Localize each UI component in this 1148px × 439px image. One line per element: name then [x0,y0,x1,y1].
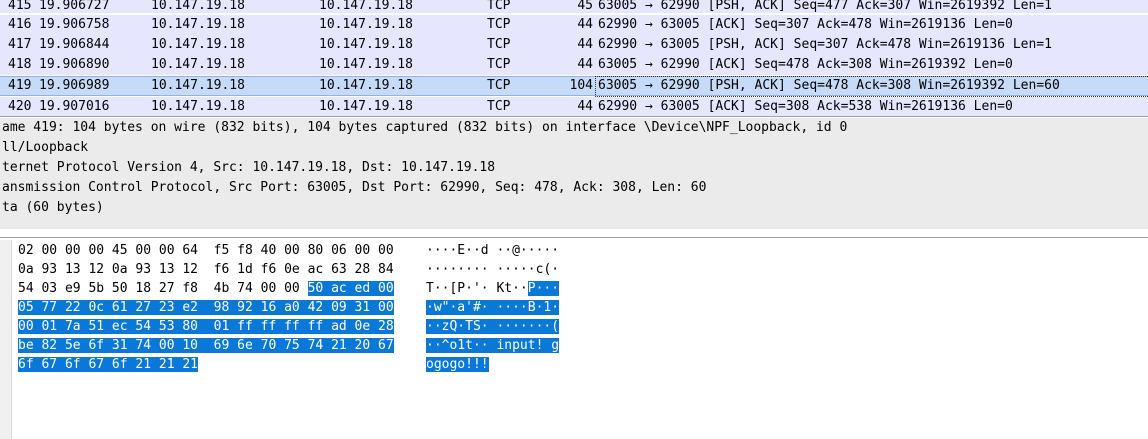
packet-source: 10.147.19.18 [151,17,245,32]
packet-info: 62990 → 63005 [ACK] Seq=308 Ack=538 Win=… [598,99,1013,114]
packet-number: 419 [8,78,32,93]
packet-time: 19.906727 [39,0,110,13]
hex-bytes-selected: be 82 5e 6f 31 74 00 10 69 6e 70 75 74 2… [18,338,394,353]
packet-time: 19.906758 [39,17,110,32]
packet-source: 10.147.19.18 [151,99,245,114]
packet-destination: 10.147.19.18 [319,17,413,32]
packet-number: 415 [8,0,32,13]
packet-number: 417 [8,37,32,52]
detail-row-ipv4[interactable]: ternet Protocol Version 4, Src: 10.147.1… [2,158,495,178]
ascii-line[interactable]: ····E··d ··@····· [426,241,559,260]
ascii-line[interactable]: ogogo!!! [426,355,489,374]
packet-row[interactable]: 416 19.906758 10.147.19.18 10.147.19.18 … [0,15,1148,35]
packet-destination: 10.147.19.18 [319,78,413,93]
hex-bytes: 0a 93 13 12 0a 93 13 12 f6 1d f6 0e ac 6… [18,262,394,277]
ascii-line[interactable]: ········ ·····c(· [426,260,559,279]
hex-line[interactable]: 02 00 00 00 45 00 00 64 f5 f8 40 00 80 0… [18,241,394,260]
packet-length: 44 [577,37,593,52]
packet-time: 19.906989 [39,78,110,93]
packet-protocol: TCP [487,99,511,114]
hex-bytes-selected: 50 ac ed 00 [307,281,394,296]
ascii-bytes-selected: P··· [527,281,560,296]
packet-destination: 10.147.19.18 [319,0,413,13]
packet-number: 420 [8,99,32,114]
packet-length: 44 [577,57,593,72]
pane-divider[interactable] [0,237,1148,238]
packet-destination: 10.147.19.18 [319,37,413,52]
packet-protocol: TCP [487,17,511,32]
packet-list[interactable]: 415 19.906727 10.147.19.18 10.147.19.18 … [0,0,1148,116]
pane-divider[interactable] [0,116,1148,117]
packet-bytes-pane[interactable]: 02 00 00 00 45 00 00 64 f5 f8 40 00 80 0… [0,240,1148,439]
hex-bytes-selected: 05 77 22 0c 61 27 23 e2 98 92 16 a0 42 0… [18,300,394,315]
packet-destination: 10.147.19.18 [319,57,413,72]
ascii-line[interactable]: T··[P·'· Kt··P··· [426,279,560,298]
packet-source: 10.147.19.18 [151,0,245,13]
packet-row[interactable]: 418 19.906890 10.147.19.18 10.147.19.18 … [0,55,1148,75]
packet-destination: 10.147.19.18 [319,99,413,114]
packet-length: 44 [577,99,593,114]
packet-protocol: TCP [487,57,511,72]
packet-info: 62990 → 63005 [PSH, ACK] Seq=307 Ack=478… [598,37,1052,52]
ascii-line[interactable]: ··zQ·TS· ·······( [426,317,560,336]
packet-row[interactable]: 420 19.907016 10.147.19.18 10.147.19.18 … [0,97,1148,116]
ascii-bytes: ········ ·····c(· [426,262,560,277]
detail-row-null-loopback[interactable]: ll/Loopback [2,138,88,158]
packet-length: 44 [577,17,593,32]
packet-info: 62990 → 63005 [ACK] Seq=307 Ack=478 Win=… [598,17,1013,32]
hex-line[interactable]: 05 77 22 0c 61 27 23 e2 98 92 16 a0 42 0… [18,298,394,317]
packet-protocol: TCP [487,37,511,52]
hex-bytes: 54 03 e9 5b 50 18 27 f8 4b 74 00 00 [18,281,308,296]
ascii-bytes-selected: ogogo!!! [426,357,489,372]
ascii-line[interactable]: ··^o1t·· input! g [426,336,560,355]
packet-source: 10.147.19.18 [151,57,245,72]
ascii-bytes-selected: ··zQ·TS· ·······( [426,319,560,334]
ascii-bytes-selected: ··^o1t·· input! g [426,338,560,353]
ascii-bytes-selected: ·w"·a'#· ····B·1· [426,300,560,315]
packet-info: 63005 → 62990 [PSH, ACK] Seq=478 Ack=308… [598,78,1060,93]
packet-info: 63005 → 62990 [ACK] Seq=478 Ack=308 Win=… [598,57,1013,72]
packet-protocol: TCP [487,78,511,93]
hex-bytes-selected: 6f 67 6f 67 6f 21 21 21 [18,357,199,372]
packet-length: 104 [569,78,593,93]
hex-line[interactable]: 6f 67 6f 67 6f 21 21 21 [18,355,199,374]
packet-length: 45 [577,0,593,13]
packet-row[interactable]: 415 19.906727 10.147.19.18 10.147.19.18 … [0,0,1148,13]
packet-time: 19.907016 [39,99,110,114]
hex-line[interactable]: 54 03 e9 5b 50 18 27 f8 4b 74 00 00 50 a… [18,279,394,298]
packet-details-tree[interactable]: ame 419: 104 bytes on wire (832 bits), 1… [0,118,1148,229]
detail-row-data[interactable]: ta (60 bytes) [2,198,104,218]
packet-row[interactable]: 417 19.906844 10.147.19.18 10.147.19.18 … [0,35,1148,55]
packet-number: 418 [8,57,32,72]
packet-row-selected[interactable]: 419 19.906989 10.147.19.18 10.147.19.18 … [0,76,1148,97]
packet-info: 63005 → 62990 [PSH, ACK] Seq=477 Ack=307… [598,0,1052,13]
packet-source: 10.147.19.18 [151,78,245,93]
packet-source: 10.147.19.18 [151,37,245,52]
detail-row-tcp[interactable]: ansmission Control Protocol, Src Port: 6… [2,178,706,198]
hex-bytes: 02 00 00 00 45 00 00 64 f5 f8 40 00 80 0… [18,243,394,258]
offset-gutter [0,240,12,439]
ascii-bytes: T··[P·'· Kt·· [426,281,528,296]
packet-time: 19.906890 [39,57,110,72]
packet-protocol: TCP [487,0,511,13]
ascii-bytes: ····E··d ··@····· [426,243,560,258]
hex-line[interactable]: 00 01 7a 51 ec 54 53 80 01 ff ff ff ff a… [18,317,394,336]
hex-line[interactable]: 0a 93 13 12 0a 93 13 12 f6 1d f6 0e ac 6… [18,260,394,279]
packet-number: 416 [8,17,32,32]
ascii-line[interactable]: ·w"·a'#· ····B·1· [426,298,560,317]
packet-time: 19.906844 [39,37,110,52]
hex-bytes-selected: 00 01 7a 51 ec 54 53 80 01 ff ff ff ff a… [18,319,394,334]
detail-row-frame[interactable]: ame 419: 104 bytes on wire (832 bits), 1… [2,118,847,138]
hex-line[interactable]: be 82 5e 6f 31 74 00 10 69 6e 70 75 74 2… [18,336,394,355]
